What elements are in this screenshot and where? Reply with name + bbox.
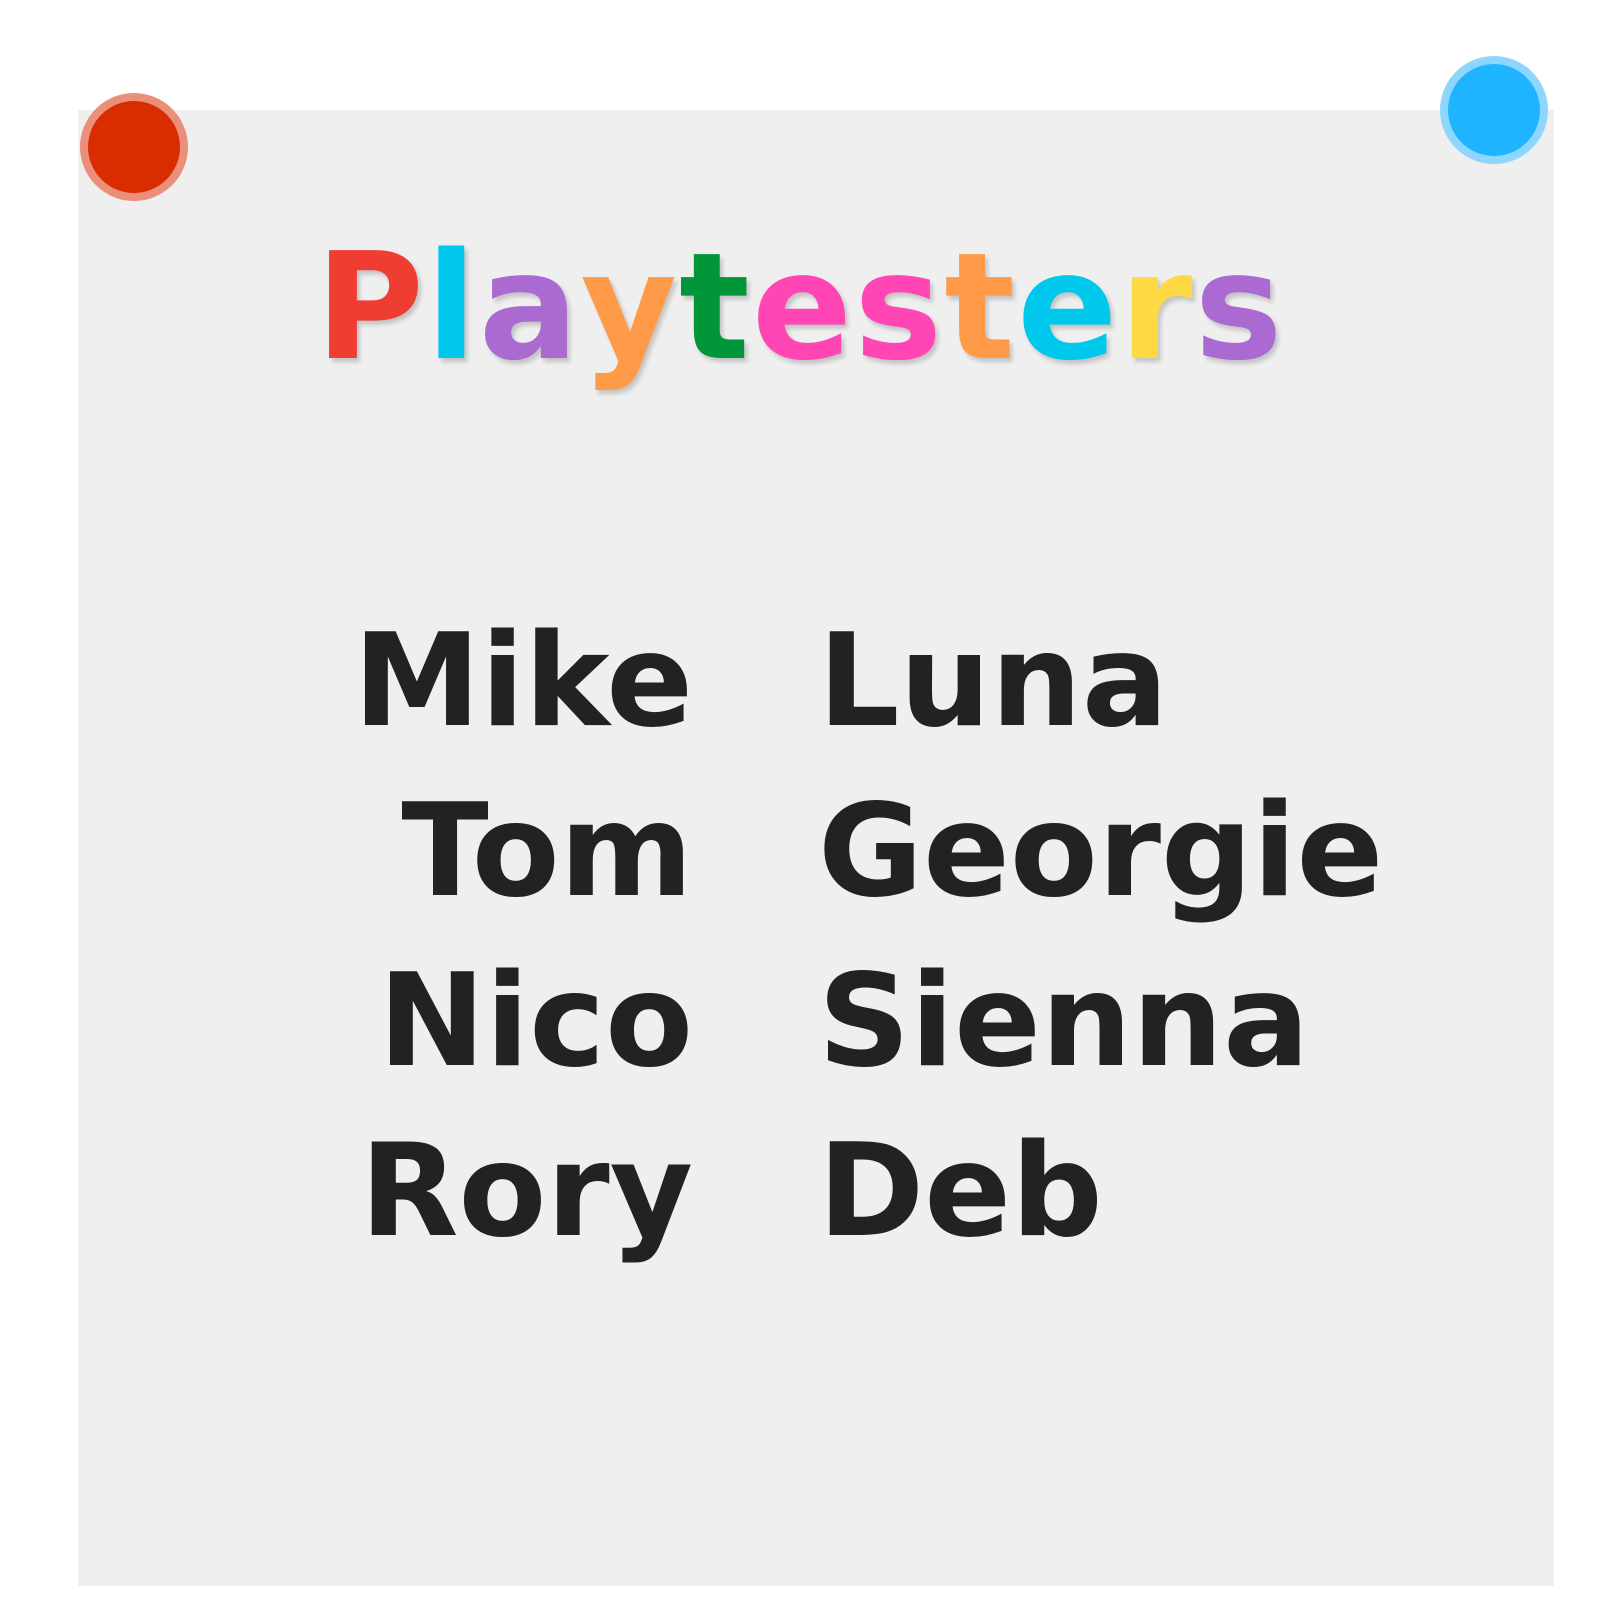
title-letter: r <box>1119 221 1195 393</box>
names-column-right: Luna Georgie Sienna Deb <box>818 597 1518 1277</box>
name-item: Georgie <box>818 777 1384 926</box>
names-column-left: Mike Tom Nico Rory <box>330 597 693 1277</box>
name-item: Deb <box>818 1117 1103 1266</box>
title-letter: e <box>751 221 855 393</box>
title-letter: P <box>315 221 426 393</box>
name-item: Tom <box>401 777 693 926</box>
red-pin-icon <box>80 93 188 201</box>
page-title: Playtesters <box>0 222 1600 412</box>
title-letter: y <box>580 221 680 393</box>
name-item: Rory <box>359 1117 693 1266</box>
name-item: Nico <box>378 947 693 1096</box>
blue-pin-icon <box>1440 56 1548 164</box>
title-letter: s <box>1194 221 1285 393</box>
title-letter: a <box>478 221 581 393</box>
title-letter: s <box>854 221 945 393</box>
name-item: Mike <box>353 607 693 756</box>
page: Playtesters Mike Tom Nico Rory Luna Geor… <box>0 0 1600 1600</box>
title-letter: t <box>679 221 752 393</box>
name-item: Sienna <box>818 947 1310 1096</box>
name-item: Luna <box>818 607 1169 756</box>
title-letter: e <box>1017 221 1120 393</box>
title-letter: l <box>425 221 479 393</box>
title-letter: t <box>944 221 1018 393</box>
